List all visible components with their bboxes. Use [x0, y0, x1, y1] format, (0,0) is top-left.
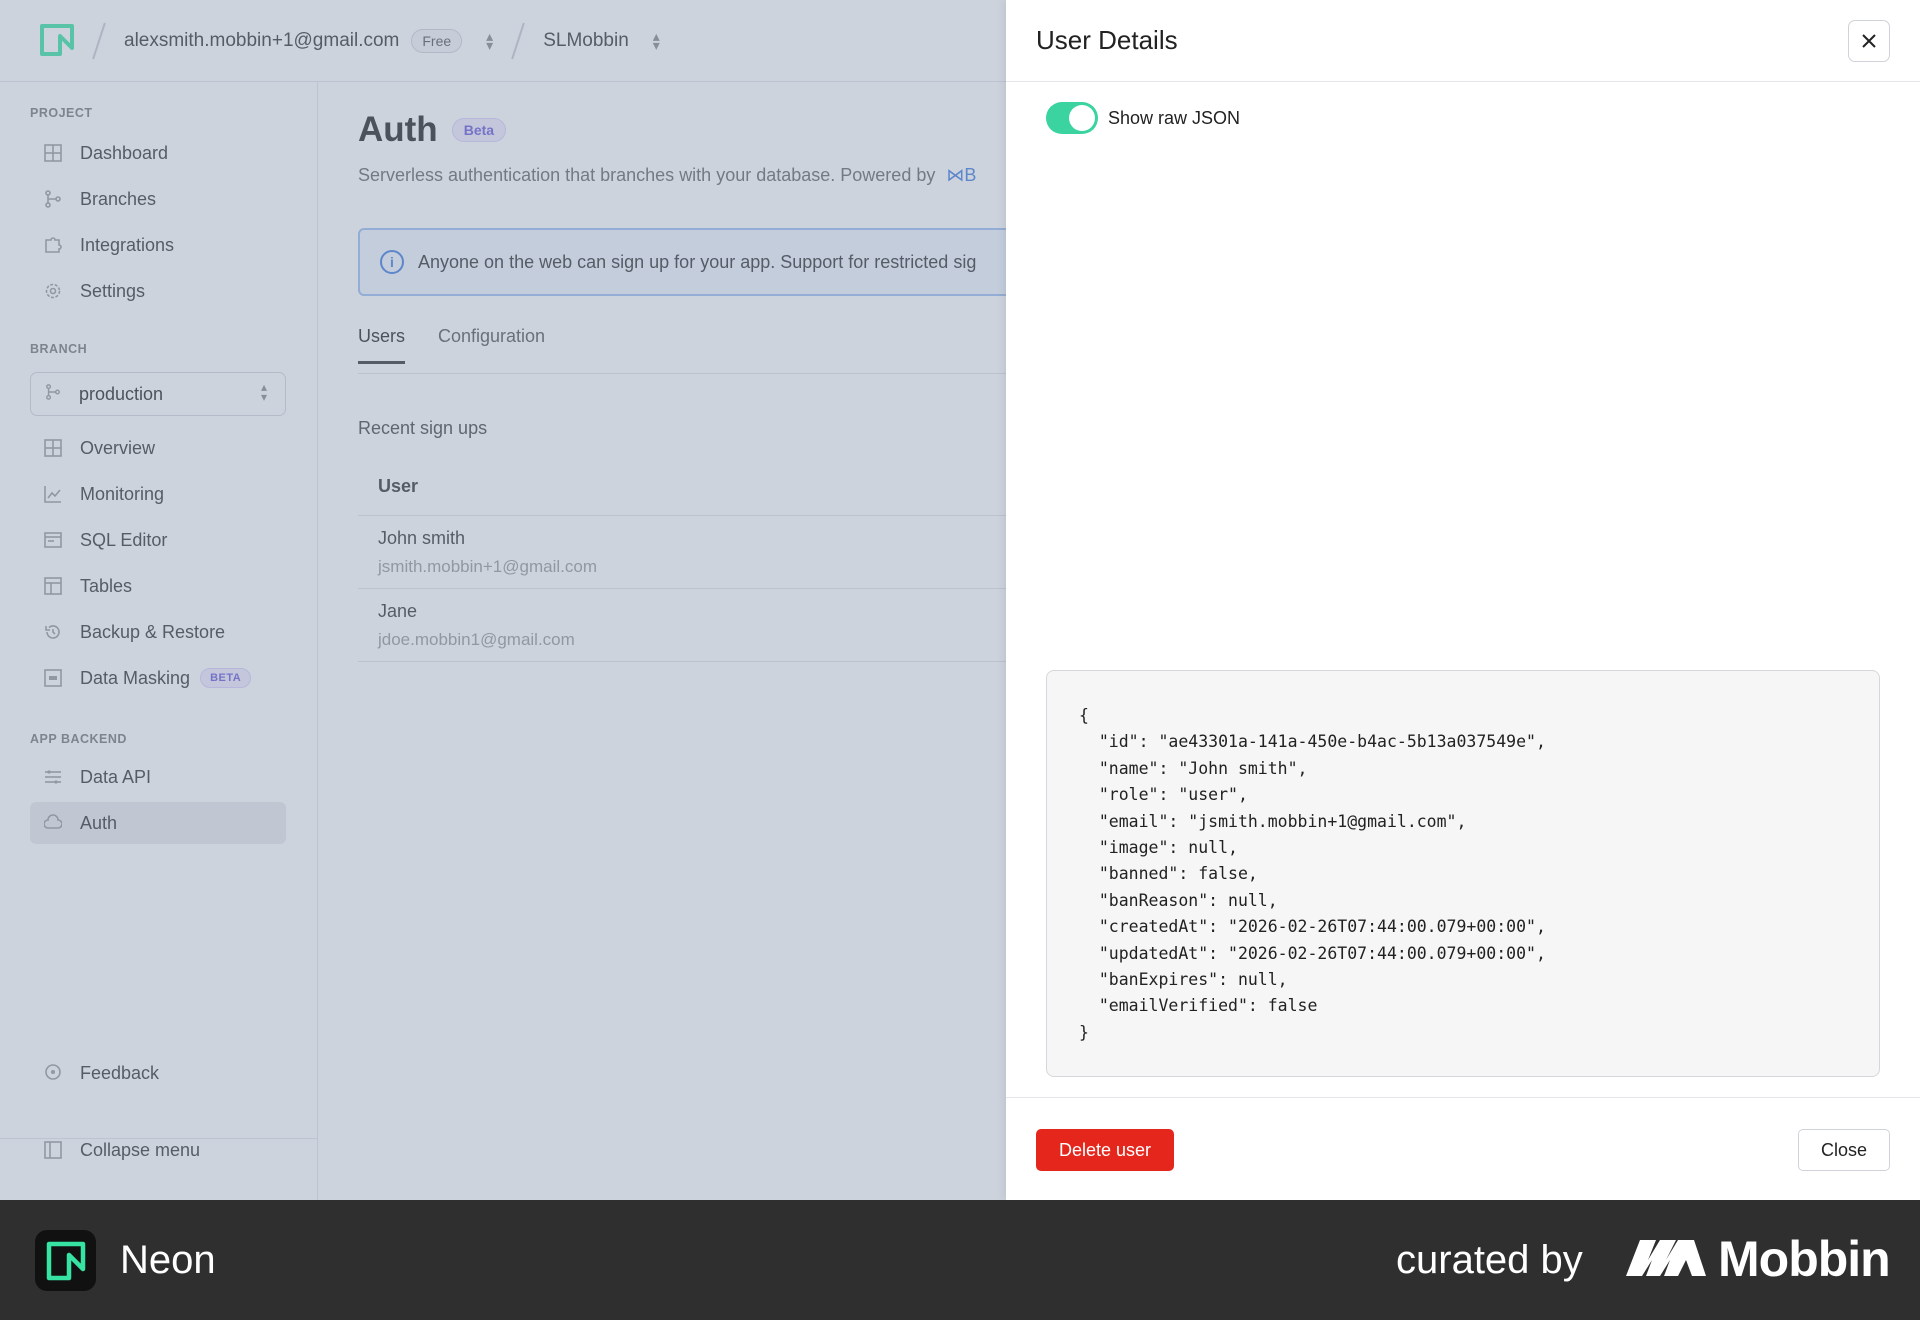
app-window: alexsmith.mobbin+1@gmail.com Free ▴ ▾ SLM…	[0, 0, 1920, 1200]
raw-json-text: { "id": "ae43301a-141a-450e-b4ac-5b13a03…	[1079, 706, 1546, 1042]
close-icon-button[interactable]	[1848, 20, 1890, 62]
toggle-label: Show raw JSON	[1108, 107, 1241, 128]
app-name: Neon	[120, 1238, 216, 1282]
drawer-title: User Details	[1036, 25, 1178, 55]
raw-json-block: { "id": "ae43301a-141a-450e-b4ac-5b13a03…	[1046, 670, 1880, 1077]
mobbin-logo-icon	[1626, 1240, 1706, 1276]
drawer-header: User Details	[1006, 0, 1920, 82]
user-details-drawer: User Details Show raw JSON { "id": "ae43…	[1006, 0, 1920, 1200]
drawer-footer: Delete user Close	[1006, 1097, 1920, 1200]
curated-by-text: curated by	[1396, 1238, 1583, 1282]
raw-json-toggle-row: Show raw JSON	[1046, 102, 1240, 134]
raw-json-toggle[interactable]	[1046, 102, 1098, 134]
branding-bar: Neon curated by Mobbin	[0, 1200, 1920, 1320]
toggle-knob	[1069, 105, 1095, 131]
mobbin-wordmark: Mobbin	[1718, 1231, 1891, 1287]
delete-user-button[interactable]: Delete user	[1036, 1129, 1174, 1171]
neon-app-icon	[35, 1230, 96, 1291]
close-icon	[1862, 34, 1876, 48]
close-button[interactable]: Close	[1798, 1129, 1890, 1171]
neon-logo-icon	[46, 1241, 85, 1280]
